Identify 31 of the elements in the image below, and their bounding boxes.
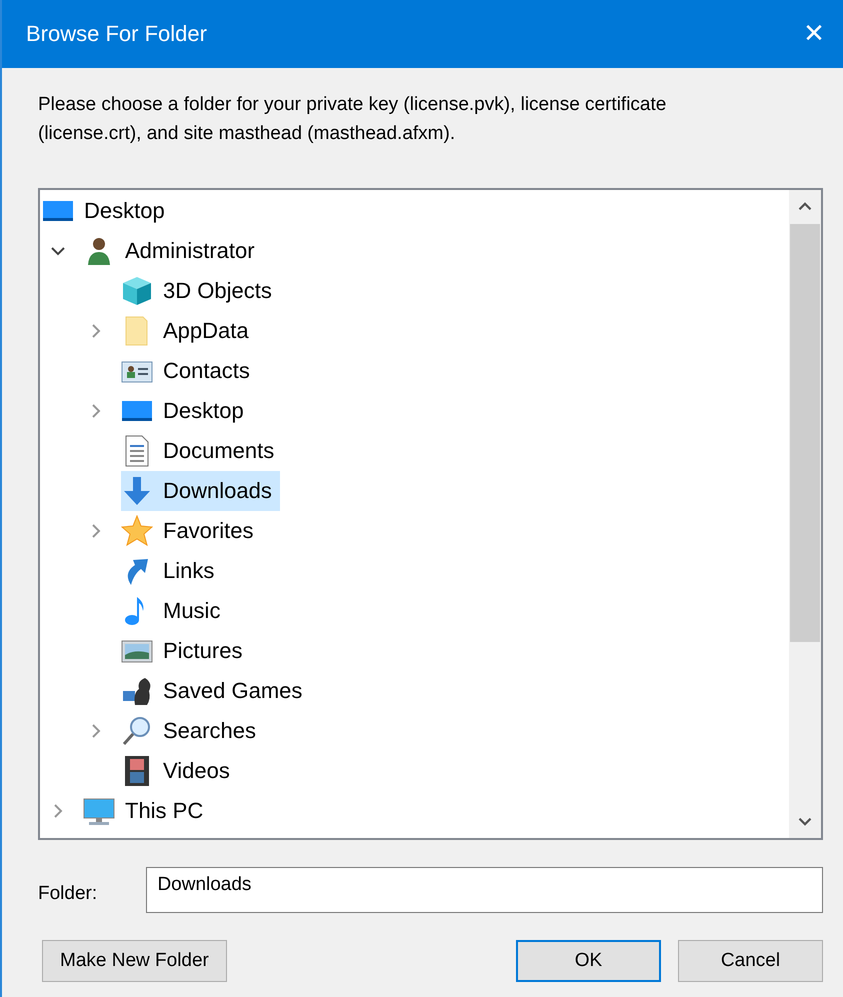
tree-item[interactable]: 3D Objects: [121, 271, 280, 311]
search-icon: [121, 715, 153, 747]
cancel-button[interactable]: Cancel: [678, 940, 823, 982]
tree-item[interactable]: Desktop: [121, 391, 252, 431]
tree-item[interactable]: Favorites: [121, 511, 262, 551]
scrollbar[interactable]: [789, 190, 821, 838]
ok-button[interactable]: OK: [516, 940, 661, 982]
tree-item[interactable]: Music: [121, 591, 228, 631]
tree-item[interactable]: Saved Games: [121, 671, 310, 711]
download-arrow-icon: [121, 475, 153, 507]
tree-item[interactable]: Downloads: [121, 471, 280, 511]
tree-item[interactable]: Pictures: [121, 631, 250, 671]
tree-item[interactable]: Desktop: [42, 191, 173, 231]
star-icon: [121, 515, 153, 547]
tree-item[interactable]: Documents: [121, 431, 282, 471]
close-button[interactable]: ✕: [789, 9, 839, 59]
make-folder-button[interactable]: Make New Folder: [42, 940, 227, 982]
window-title: Browse For Folder: [26, 21, 207, 47]
game-pieces-icon: [121, 675, 153, 707]
folder-label: Folder:: [38, 882, 98, 905]
instruction-text: Please choose a folder for your private key (license.pvk), license certificate (license.crt), and site masthead (masthead.afxm).: [38, 93, 668, 146]
tree-item[interactable]: AppData: [121, 311, 257, 351]
tree-item[interactable]: Searches: [121, 711, 264, 751]
tree-item[interactable]: This PC: [83, 791, 212, 831]
tree-item[interactable]: Links: [121, 551, 222, 591]
tree-item[interactable]: Administrator: [83, 231, 263, 271]
tree-item[interactable]: Videos: [121, 751, 238, 791]
cube-icon: [121, 275, 153, 307]
tree-item[interactable]: Contacts: [121, 351, 258, 391]
scroll-thumb[interactable]: [790, 224, 820, 642]
folder-field[interactable]: Downloads: [146, 867, 823, 913]
